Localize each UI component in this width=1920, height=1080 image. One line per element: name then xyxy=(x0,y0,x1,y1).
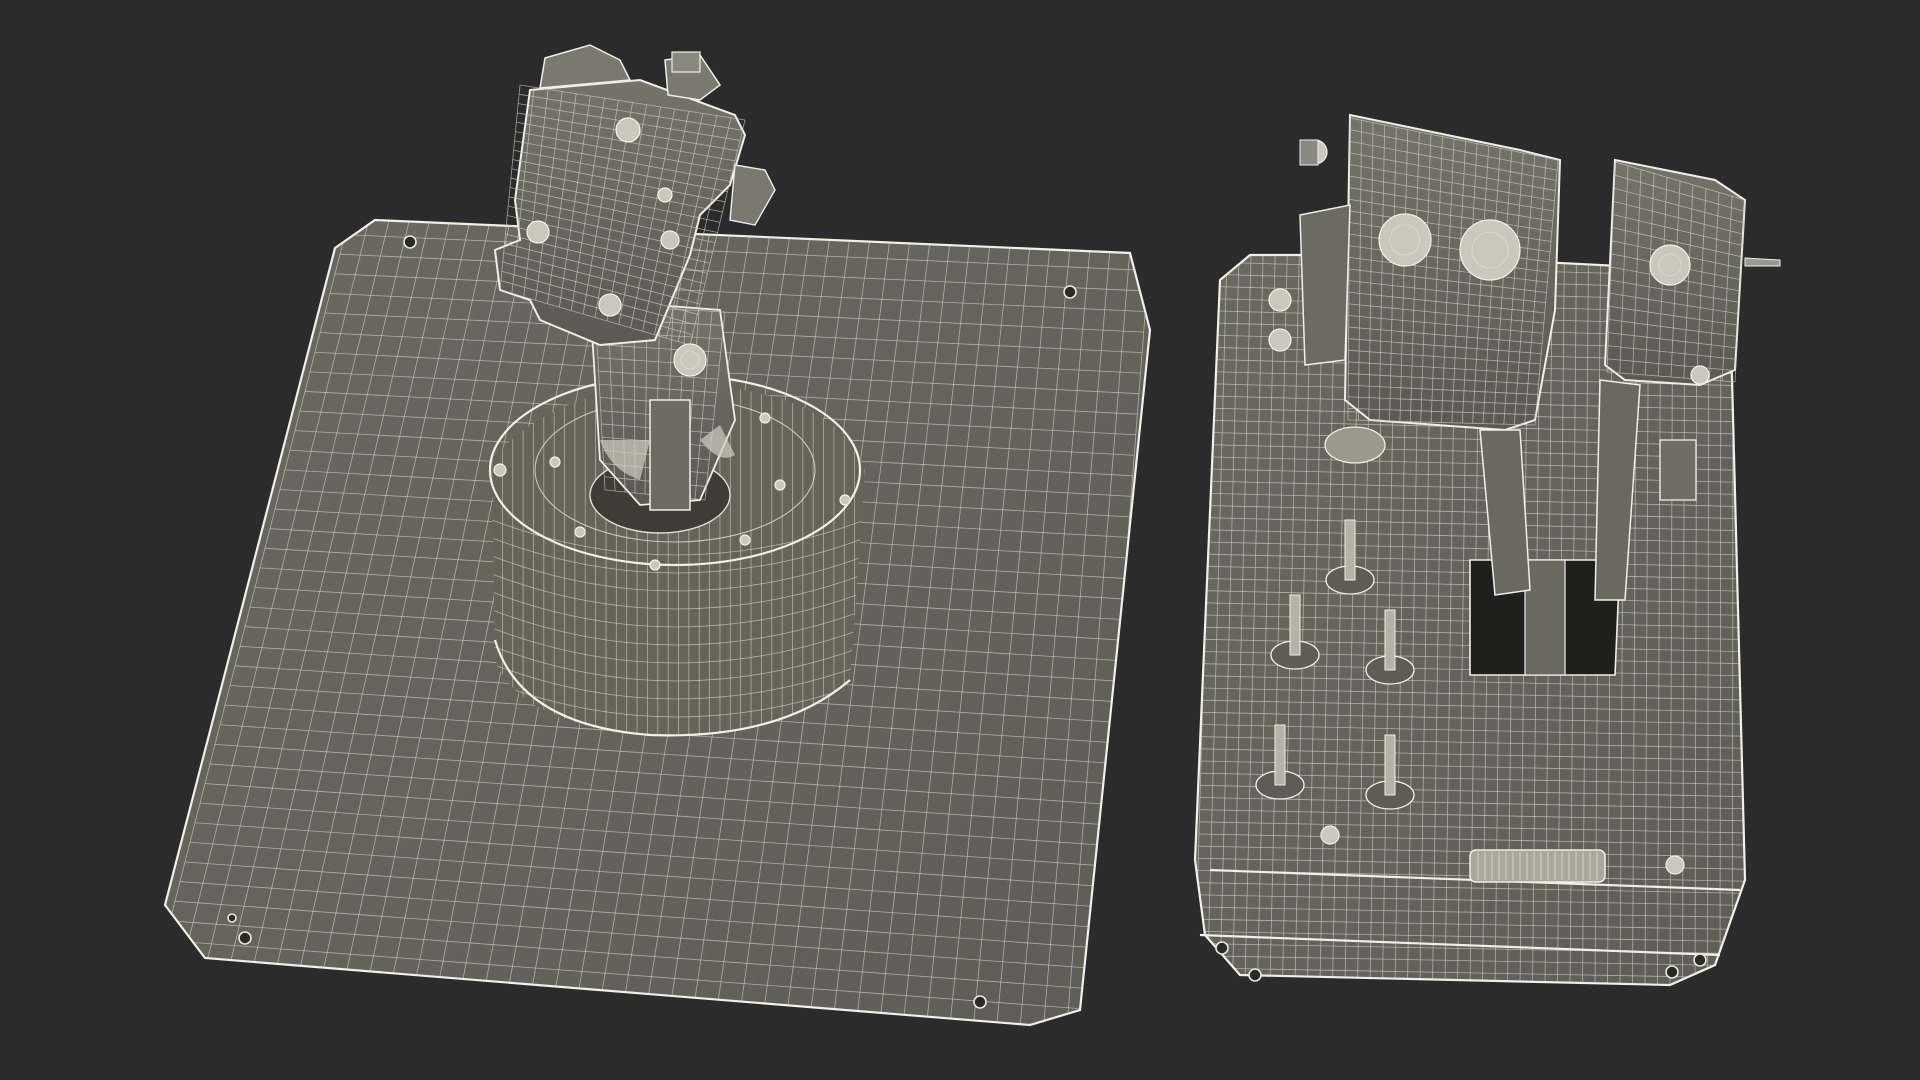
screw-icon xyxy=(739,534,751,546)
toggle-lever-icon xyxy=(1384,609,1396,671)
screw-icon xyxy=(549,456,561,468)
knob-icon xyxy=(1268,328,1292,352)
toggle-lever-icon xyxy=(1289,594,1301,656)
joystick-model xyxy=(163,44,1152,1027)
mount-hole-icon xyxy=(1693,953,1707,967)
screw-icon xyxy=(774,479,786,491)
toggle-lever-icon xyxy=(1384,734,1396,796)
toggle-lever-icon xyxy=(1344,519,1356,581)
button-icon xyxy=(657,187,673,203)
knob-icon xyxy=(673,343,707,377)
knob-icon xyxy=(1378,213,1432,267)
button-icon xyxy=(615,117,641,143)
button-icon xyxy=(660,230,680,250)
thumbwheel xyxy=(1469,849,1606,883)
knob-icon xyxy=(1690,365,1710,385)
mount-hole-icon xyxy=(227,913,237,923)
mount-hole-icon xyxy=(1665,965,1679,979)
screw-icon xyxy=(759,412,771,424)
mount-hole-icon xyxy=(1063,285,1077,299)
button-icon xyxy=(526,220,550,244)
knob-icon xyxy=(1649,244,1691,286)
toggle-lever-icon xyxy=(1274,724,1286,786)
throttle-model xyxy=(1193,113,1781,987)
mount-hole-icon xyxy=(403,235,417,249)
button-icon xyxy=(598,293,622,317)
mount-hole-icon xyxy=(238,931,252,945)
screw-icon xyxy=(493,463,507,477)
screw-icon xyxy=(839,494,851,506)
screw-icon xyxy=(1665,855,1685,875)
mount-hole-icon xyxy=(1248,968,1262,982)
knob-icon xyxy=(1459,219,1521,281)
screw-icon xyxy=(1320,825,1340,845)
screw-icon xyxy=(574,526,586,538)
mount-hole-icon xyxy=(1215,941,1229,955)
mount-hole-icon xyxy=(973,995,987,1009)
knob-icon xyxy=(1268,288,1292,312)
wireframe-render xyxy=(163,44,1781,1027)
screw-icon xyxy=(649,559,661,571)
